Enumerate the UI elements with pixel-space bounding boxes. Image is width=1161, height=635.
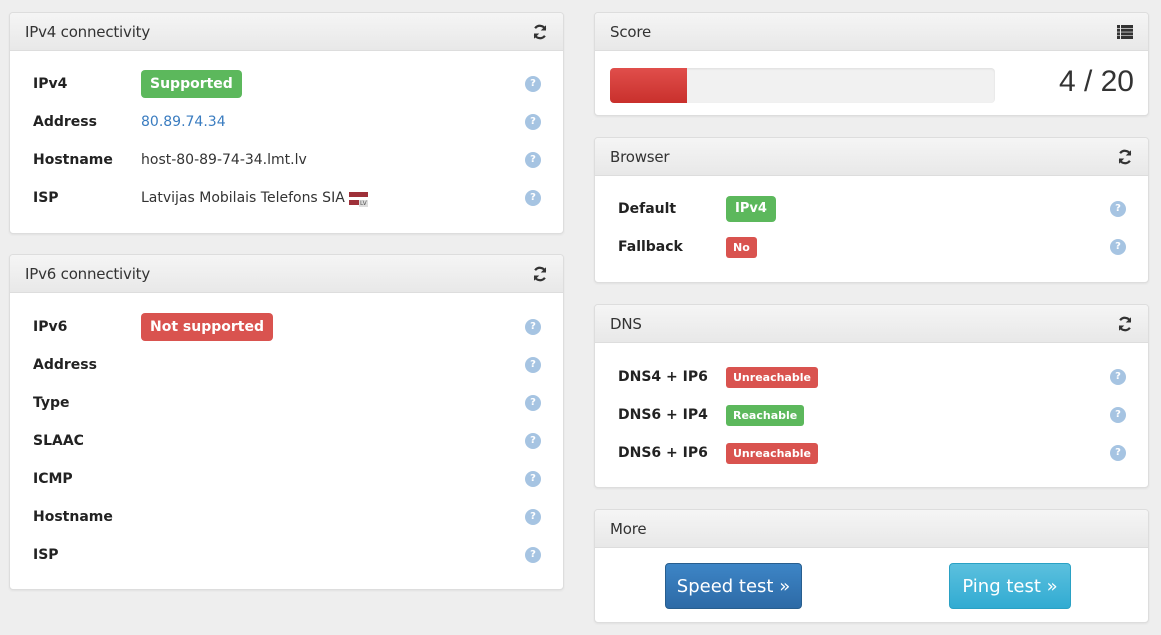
- more-panel: More Speed test » Ping test »: [594, 509, 1149, 623]
- hostname-row: Hostname ?: [33, 498, 541, 536]
- row-label: ICMP: [33, 471, 73, 487]
- hostname-value: host-80-89-74-34.lmt.lv: [141, 152, 307, 168]
- panel-title: Browser: [610, 147, 670, 166]
- row-label: IPv6: [33, 319, 68, 335]
- help-icon[interactable]: ?: [525, 114, 541, 130]
- refresh-icon[interactable]: [1116, 148, 1134, 166]
- isp-row: ISP Latvijas Mobilais Telefons SIA LV ?: [33, 179, 541, 217]
- icmp-row: ICMP ?: [33, 460, 541, 498]
- address-row: Address 80.89.74.34 ?: [33, 103, 541, 141]
- default-row: Default IPv4 ?: [618, 190, 1126, 228]
- panel-title: More: [610, 519, 647, 538]
- dns-row: DNS6 + IP4 Reachable ?: [618, 396, 1126, 434]
- isp-row: ISP ?: [33, 536, 541, 574]
- speed-test-button[interactable]: Speed test »: [665, 563, 802, 609]
- row-label: Fallback: [618, 239, 683, 255]
- refresh-icon[interactable]: [531, 23, 549, 41]
- dns-panel-header: DNS: [595, 305, 1148, 343]
- ipv6-panel-header: IPv6 connectivity: [10, 255, 563, 293]
- panel-title: Score: [610, 22, 652, 41]
- dns-row: DNS4 + IP6 Unreachable ?: [618, 358, 1126, 396]
- help-icon[interactable]: ?: [1110, 407, 1126, 423]
- row-label: SLAAC: [33, 433, 84, 449]
- row-label: Hostname: [33, 509, 113, 525]
- help-icon[interactable]: ?: [1110, 369, 1126, 385]
- help-icon[interactable]: ?: [1110, 201, 1126, 217]
- help-icon[interactable]: ?: [525, 547, 541, 563]
- row-label: IPv4: [33, 76, 68, 92]
- fallback-row: Fallback No ?: [618, 228, 1126, 266]
- list-icon[interactable]: [1116, 23, 1134, 41]
- ipv4-panel: IPv4 connectivity IPv4 Supported ? Addre…: [9, 12, 564, 234]
- ipv4-panel-header: IPv4 connectivity: [10, 13, 563, 51]
- hostname-row: Hostname host-80-89-74-34.lmt.lv ?: [33, 141, 541, 179]
- isp-value: Latvijas Mobilais Telefons SIA: [141, 190, 345, 206]
- score-progress-bar: [610, 68, 687, 103]
- help-icon[interactable]: ?: [525, 319, 541, 335]
- status-badge: IPv4: [726, 196, 776, 222]
- row-label: DNS6 + IP6: [618, 445, 708, 461]
- type-row: Type ?: [33, 384, 541, 422]
- help-icon[interactable]: ?: [525, 76, 541, 92]
- row-label: ISP: [33, 547, 59, 563]
- help-icon[interactable]: ?: [1110, 445, 1126, 461]
- status-badge: Reachable: [726, 404, 805, 426]
- dns-row: DNS6 + IP6 Unreachable ?: [618, 434, 1126, 472]
- address-row: Address ?: [33, 346, 541, 384]
- ipv6-panel: IPv6 connectivity IPv6 Not supported ? A…: [9, 254, 564, 590]
- browser-panel-header: Browser: [595, 138, 1148, 176]
- score-value: 4 / 20: [1058, 65, 1134, 98]
- refresh-icon[interactable]: [1116, 315, 1134, 333]
- row-label: Hostname: [33, 152, 113, 168]
- browser-panel: Browser Default IPv4 ? Fallback No ?: [594, 137, 1149, 283]
- ipv6-row: IPv6 Not supported ?: [33, 308, 541, 346]
- status-badge: No: [726, 236, 757, 258]
- help-icon[interactable]: ?: [525, 190, 541, 206]
- row-label: ISP: [33, 190, 59, 206]
- status-badge: Not supported: [141, 313, 273, 341]
- latvia-flag-icon: LV: [348, 191, 368, 207]
- help-icon[interactable]: ?: [525, 357, 541, 373]
- panel-title: IPv6 connectivity: [25, 264, 151, 283]
- help-icon[interactable]: ?: [1110, 239, 1126, 255]
- row-label: DNS4 + IP6: [618, 369, 708, 385]
- ipv4-row: IPv4 Supported ?: [33, 65, 541, 103]
- refresh-icon[interactable]: [531, 265, 549, 283]
- more-panel-header: More: [595, 510, 1148, 548]
- help-icon[interactable]: ?: [525, 152, 541, 168]
- help-icon[interactable]: ?: [525, 509, 541, 525]
- status-badge: Supported: [141, 70, 242, 98]
- row-label: Address: [33, 114, 97, 130]
- row-label: Address: [33, 357, 97, 373]
- panel-title: DNS: [610, 314, 642, 333]
- score-panel-header: Score: [595, 13, 1148, 51]
- score-progress: [610, 68, 995, 103]
- row-label: Type: [33, 395, 70, 411]
- slaac-row: SLAAC ?: [33, 422, 541, 460]
- address-link[interactable]: 80.89.74.34: [141, 114, 226, 130]
- score-panel: Score 4 / 20: [594, 12, 1149, 116]
- status-badge: Unreachable: [726, 442, 818, 464]
- panel-title: IPv4 connectivity: [25, 22, 151, 41]
- dns-panel: DNS DNS4 + IP6 Unreachable ? DNS6 + IP4 …: [594, 304, 1149, 488]
- row-label: Default: [618, 201, 677, 217]
- row-label: DNS6 + IP4: [618, 407, 708, 423]
- help-icon[interactable]: ?: [525, 471, 541, 487]
- ping-test-button[interactable]: Ping test »: [949, 563, 1071, 609]
- help-icon[interactable]: ?: [525, 433, 541, 449]
- help-icon[interactable]: ?: [525, 395, 541, 411]
- status-badge: Unreachable: [726, 366, 818, 388]
